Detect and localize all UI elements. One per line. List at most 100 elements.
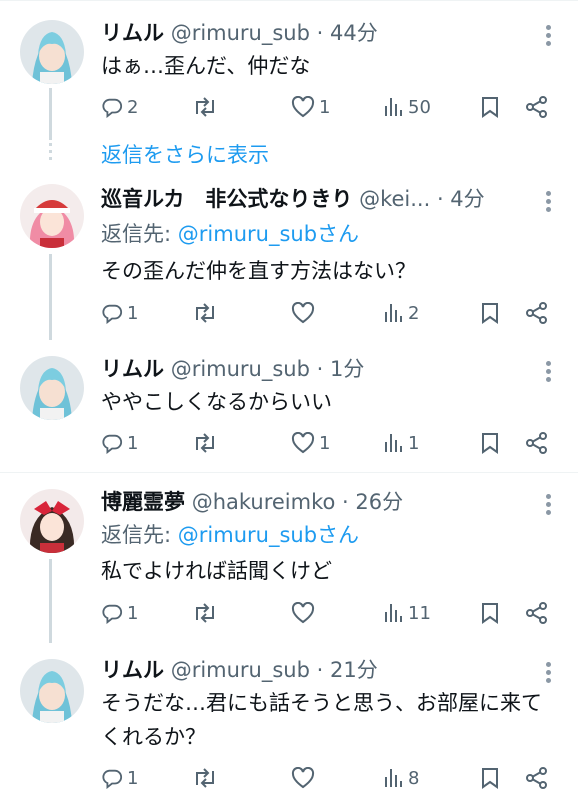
action-bar: 2 1 50	[101, 92, 558, 122]
reply-count: 2	[127, 96, 139, 118]
retweet-button[interactable]	[192, 298, 218, 328]
reply-to-handle[interactable]: @rimuru_subさん	[178, 523, 359, 547]
like-button[interactable]: 1	[291, 428, 330, 458]
avatar[interactable]	[20, 356, 84, 420]
reply-button[interactable]: 1	[101, 598, 138, 628]
reply-button[interactable]: 1	[101, 298, 138, 328]
timestamp[interactable]: · 21分	[317, 658, 378, 682]
timestamp[interactable]: · 26分	[342, 490, 403, 514]
avatar[interactable]	[20, 489, 84, 553]
tweet-text: その歪んだ仲を直す方法はない？	[101, 259, 416, 283]
tweet-text: 私でよければ話聞くけど	[101, 559, 332, 583]
reply-icon	[101, 767, 123, 789]
retweet-button[interactable]	[192, 92, 218, 122]
tweet-4[interactable]: 博麗霊夢 @hakureimko · 26分 返信先: @rimuru_subさ…	[0, 473, 578, 643]
bookmark-button[interactable]	[480, 428, 500, 458]
bookmark-icon	[480, 432, 500, 454]
reply-button[interactable]: 1	[101, 763, 138, 793]
share-icon	[526, 767, 548, 789]
views-icon	[384, 302, 404, 324]
bookmark-icon	[480, 302, 500, 324]
like-count: 1	[319, 96, 331, 118]
retweet-icon	[192, 96, 218, 118]
like-button[interactable]	[291, 598, 315, 628]
thread-line	[49, 559, 52, 643]
reply-count: 1	[127, 432, 139, 454]
retweet-icon	[192, 302, 218, 324]
tweet-text: はぁ…歪んだ、仲だな	[101, 54, 311, 78]
tweet-header: リムル @rimuru_sub · 1分	[101, 354, 528, 384]
views-button[interactable]: 2	[384, 298, 419, 328]
like-icon	[291, 302, 315, 324]
display-name[interactable]: リムル	[101, 21, 164, 45]
more-icon[interactable]	[546, 494, 552, 518]
bookmark-icon	[480, 602, 500, 624]
timestamp[interactable]: · 4分	[437, 187, 485, 211]
reply-to-line: 返信先: @rimuru_subさん	[101, 219, 359, 249]
bookmark-button[interactable]	[480, 763, 500, 793]
share-button[interactable]	[526, 298, 548, 328]
more-icon[interactable]	[546, 662, 552, 686]
avatar[interactable]	[20, 184, 84, 248]
bookmark-icon	[480, 96, 500, 118]
bookmark-button[interactable]	[480, 298, 500, 328]
tweet-header: 巡音ルカ 非公式なりきり @kei... · 4分	[101, 184, 528, 214]
user-handle[interactable]: @hakureimko	[192, 490, 336, 514]
more-icon[interactable]	[546, 191, 552, 215]
retweet-button[interactable]	[192, 598, 218, 628]
more-icon[interactable]	[546, 25, 552, 49]
display-name[interactable]: 巡音ルカ 非公式なりきり	[101, 187, 352, 211]
like-icon	[291, 96, 315, 118]
views-button[interactable]: 50	[384, 92, 431, 122]
share-button[interactable]	[526, 92, 548, 122]
like-button[interactable]	[291, 763, 315, 793]
share-icon	[526, 96, 548, 118]
display-name[interactable]: リムル	[101, 658, 164, 682]
bookmark-icon	[480, 767, 500, 789]
reply-button[interactable]: 1	[101, 428, 138, 458]
share-icon	[526, 432, 548, 454]
more-icon[interactable]	[546, 361, 552, 385]
reply-to-prefix: 返信先:	[101, 222, 178, 246]
avatar[interactable]	[20, 659, 84, 723]
display-name[interactable]: リムル	[101, 357, 164, 381]
like-button[interactable]	[291, 298, 315, 328]
user-handle[interactable]: @rimuru_sub	[171, 357, 310, 381]
like-icon	[291, 602, 315, 624]
reply-count: 1	[127, 302, 139, 324]
user-handle[interactable]: @rimuru_sub	[171, 658, 310, 682]
views-button[interactable]: 11	[384, 598, 431, 628]
retweet-button[interactable]	[192, 763, 218, 793]
like-button[interactable]: 1	[291, 92, 330, 122]
display-name[interactable]: 博麗霊夢	[101, 490, 185, 514]
show-more-replies-link[interactable]: 返信をさらに表示	[101, 140, 269, 170]
reply-count: 1	[127, 767, 139, 789]
timestamp[interactable]: · 44分	[317, 21, 378, 45]
user-handle[interactable]: @rimuru_sub	[171, 21, 310, 45]
tweet-2[interactable]: 巡音ルカ 非公式なりきり @kei... · 4分 返信先: @rimuru_s…	[0, 170, 578, 340]
share-button[interactable]	[526, 763, 548, 793]
views-button[interactable]: 1	[384, 428, 419, 458]
reply-button[interactable]: 2	[101, 92, 138, 122]
action-bar: 1 2	[101, 298, 558, 328]
tweet-5[interactable]: リムル @rimuru_sub · 21分 そうだな…君にも話そうと思う、お部屋…	[0, 643, 578, 800]
avatar[interactable]	[20, 20, 84, 84]
share-button[interactable]	[526, 598, 548, 628]
user-handle[interactable]: @kei...	[359, 187, 430, 211]
tweet-header: リムル @rimuru_sub · 44分	[101, 18, 528, 48]
views-button[interactable]: 8	[384, 763, 419, 793]
tweet-text: そうだな…君にも話そうと思う、お部屋に来てくれるか？	[101, 691, 542, 749]
reply-to-handle[interactable]: @rimuru_subさん	[178, 222, 359, 246]
share-button[interactable]	[526, 428, 548, 458]
bookmark-button[interactable]	[480, 598, 500, 628]
share-icon	[526, 302, 548, 324]
bookmark-button[interactable]	[480, 92, 500, 122]
retweet-button[interactable]	[192, 428, 218, 458]
reply-to-prefix: 返信先:	[101, 523, 178, 547]
reply-icon	[101, 432, 123, 454]
tweet-1[interactable]: リムル @rimuru_sub · 44分 はぁ…歪んだ、仲だな 2 1 50	[0, 0, 578, 140]
tweet-3[interactable]: リムル @rimuru_sub · 1分 ややこしくなるからいい 1 1 1	[0, 340, 578, 472]
thread-dots	[49, 143, 52, 164]
timestamp[interactable]: · 1分	[317, 357, 365, 381]
reply-icon	[101, 96, 123, 118]
